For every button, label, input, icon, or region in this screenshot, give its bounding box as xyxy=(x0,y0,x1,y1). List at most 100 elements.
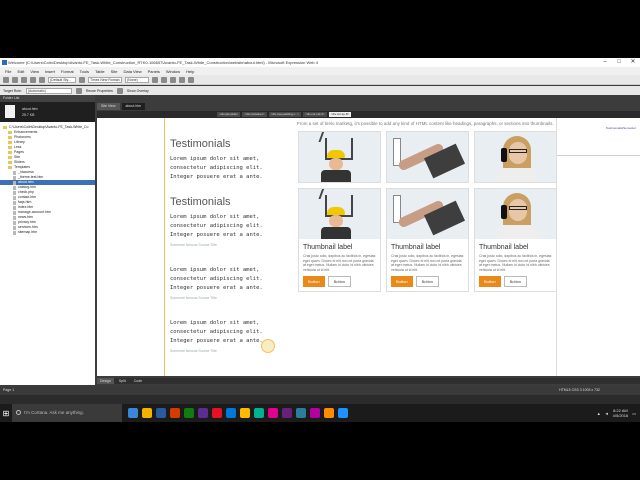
taskbar-app-icon[interactable] xyxy=(184,408,194,418)
cortana-icon xyxy=(16,410,21,415)
woman-phone-image xyxy=(475,189,556,239)
close-button[interactable]: ✕ xyxy=(626,58,640,67)
align-left-icon[interactable] xyxy=(170,76,176,83)
taskbar-apps xyxy=(122,408,348,418)
file-icon xyxy=(13,180,16,185)
new-icon[interactable] xyxy=(3,76,9,83)
taskbar-app-icon[interactable] xyxy=(268,408,278,418)
folder-icon xyxy=(8,136,12,139)
primary-button[interactable]: Button xyxy=(479,276,501,287)
taskbar-app-icon[interactable] xyxy=(254,408,264,418)
volume-icon[interactable]: ◄ xyxy=(605,411,609,416)
align-center-icon[interactable] xyxy=(179,76,185,83)
cursor-highlight xyxy=(261,339,275,353)
right-link[interactable]: Testimonials/Semester xyxy=(606,126,636,130)
bottom-panel xyxy=(0,395,640,404)
italic-icon[interactable] xyxy=(152,76,158,83)
reuse-properties-button[interactable]: Reuse Properties xyxy=(86,89,113,93)
tree-file[interactable]: sitemap.htm xyxy=(0,230,95,235)
design-canvas[interactable]: Testimonials/Semester From a set of tire… xyxy=(97,118,640,376)
menu-help[interactable]: Help xyxy=(183,69,197,74)
taskbar-app-icon[interactable] xyxy=(338,408,348,418)
system-tray: ▲ ◄ 8:22 AM 4/5/2016 ▭ xyxy=(597,404,636,422)
new-style-icon[interactable] xyxy=(75,87,82,94)
font-select[interactable]: Times New Roman xyxy=(88,76,122,83)
menu-site[interactable]: Site xyxy=(108,69,121,74)
menu-edit[interactable]: Edit xyxy=(14,69,27,74)
default-button[interactable]: Button xyxy=(327,276,352,287)
file-thumbnail xyxy=(5,105,15,118)
tag-col-sp-8[interactable]: <div.col-sp-8> xyxy=(328,112,352,117)
file-icon xyxy=(13,210,16,215)
menu-data-view[interactable]: Data View xyxy=(120,69,144,74)
maximize-button[interactable]: □ xyxy=(612,58,626,67)
taskbar-app-icon[interactable] xyxy=(324,408,334,418)
thumbnail-desc: Cras justo odio, dapibus ac facilisis in… xyxy=(391,254,464,272)
taskbar-app-icon[interactable] xyxy=(156,408,166,418)
menu-window[interactable]: Window xyxy=(163,69,183,74)
taskbar-app-icon[interactable] xyxy=(240,408,250,418)
tab-split[interactable]: Split xyxy=(116,378,129,384)
tag-row[interactable]: <div.row.padding-t...> xyxy=(268,112,302,117)
show-overlay-button[interactable]: Show Overlay xyxy=(127,89,149,93)
woman-phone-image xyxy=(475,132,556,182)
menu-panels[interactable]: Panels xyxy=(145,69,163,74)
list-icon[interactable] xyxy=(188,76,194,83)
size-select[interactable]: (None) xyxy=(125,76,149,83)
taskbar-app-icon[interactable] xyxy=(296,408,306,418)
menu-table[interactable]: Table xyxy=(92,69,108,74)
taskbar-app-icon[interactable] xyxy=(310,408,320,418)
painter-roller-image xyxy=(387,189,468,239)
taskbar-app-icon[interactable] xyxy=(198,408,208,418)
tab-about[interactable]: about.htm xyxy=(121,103,146,110)
tag-col-md-4[interactable]: <div.col-md-4> xyxy=(303,112,327,117)
file-icon xyxy=(13,195,16,200)
taskbar-app-icon[interactable] xyxy=(142,408,152,418)
tab-design[interactable]: Design xyxy=(97,378,114,384)
primary-button[interactable]: Button xyxy=(391,276,413,287)
file-icon xyxy=(13,170,16,175)
taskbar-app-icon[interactable] xyxy=(226,408,236,418)
underline-icon[interactable] xyxy=(161,76,167,83)
taskbar-app-icon[interactable] xyxy=(212,408,222,418)
open-icon[interactable] xyxy=(12,76,18,83)
cortana-search[interactable]: I'm Cortana. Ask me anything. xyxy=(12,404,122,422)
menu-view[interactable]: View xyxy=(27,69,42,74)
tab-code[interactable]: Code xyxy=(131,378,145,384)
tag-qfe-wide[interactable]: <div.qfe-wide> xyxy=(217,112,241,117)
save-icon[interactable] xyxy=(21,76,27,83)
default-button[interactable]: Button xyxy=(503,276,528,287)
app-icon xyxy=(2,60,7,65)
menu-file[interactable]: File xyxy=(2,69,14,74)
taskbar-app-icon[interactable] xyxy=(282,408,292,418)
file-icon xyxy=(13,190,16,195)
file-icon xyxy=(13,185,16,190)
notification-icon[interactable]: ▭ xyxy=(632,411,636,416)
cortana-placeholder: I'm Cortana. Ask me anything. xyxy=(24,410,84,415)
tag-container[interactable]: <div.container> xyxy=(242,112,267,117)
taskbar-app-icon[interactable] xyxy=(170,408,180,418)
minimize-button[interactable]: – xyxy=(598,58,612,67)
tab-site-view[interactable]: Site View xyxy=(97,103,120,110)
style-select[interactable]: (Default Sty... xyxy=(48,76,76,83)
testimonials-heading: Testimonials xyxy=(170,196,231,208)
folder-icon xyxy=(8,146,12,149)
testimonial-quote: Lorem ipsum dolor sit amet, consectetur … xyxy=(170,267,263,291)
network-icon[interactable]: ▲ xyxy=(597,411,601,416)
clock[interactable]: 8:22 AM 4/5/2016 xyxy=(613,408,629,418)
target-rule-select[interactable]: (Automatic) xyxy=(25,87,72,94)
file-icon xyxy=(13,175,16,180)
redo-icon[interactable] xyxy=(39,76,45,83)
undo-icon[interactable] xyxy=(30,76,36,83)
menu-insert[interactable]: Insert xyxy=(42,69,58,74)
bold-icon[interactable] xyxy=(79,76,85,83)
default-button[interactable]: Button xyxy=(415,276,440,287)
primary-button[interactable]: Button xyxy=(303,276,325,287)
taskbar-app-icon[interactable] xyxy=(128,408,138,418)
testimonial-source: Someone famous Source Title xyxy=(170,243,217,247)
menu-tools[interactable]: Tools xyxy=(77,69,92,74)
overlay-icon[interactable] xyxy=(116,87,123,94)
menu-format[interactable]: Format xyxy=(58,69,77,74)
windows-start-icon[interactable]: ⊞ xyxy=(0,404,12,422)
testimonial-source: Someone famous Source Title xyxy=(170,296,217,300)
